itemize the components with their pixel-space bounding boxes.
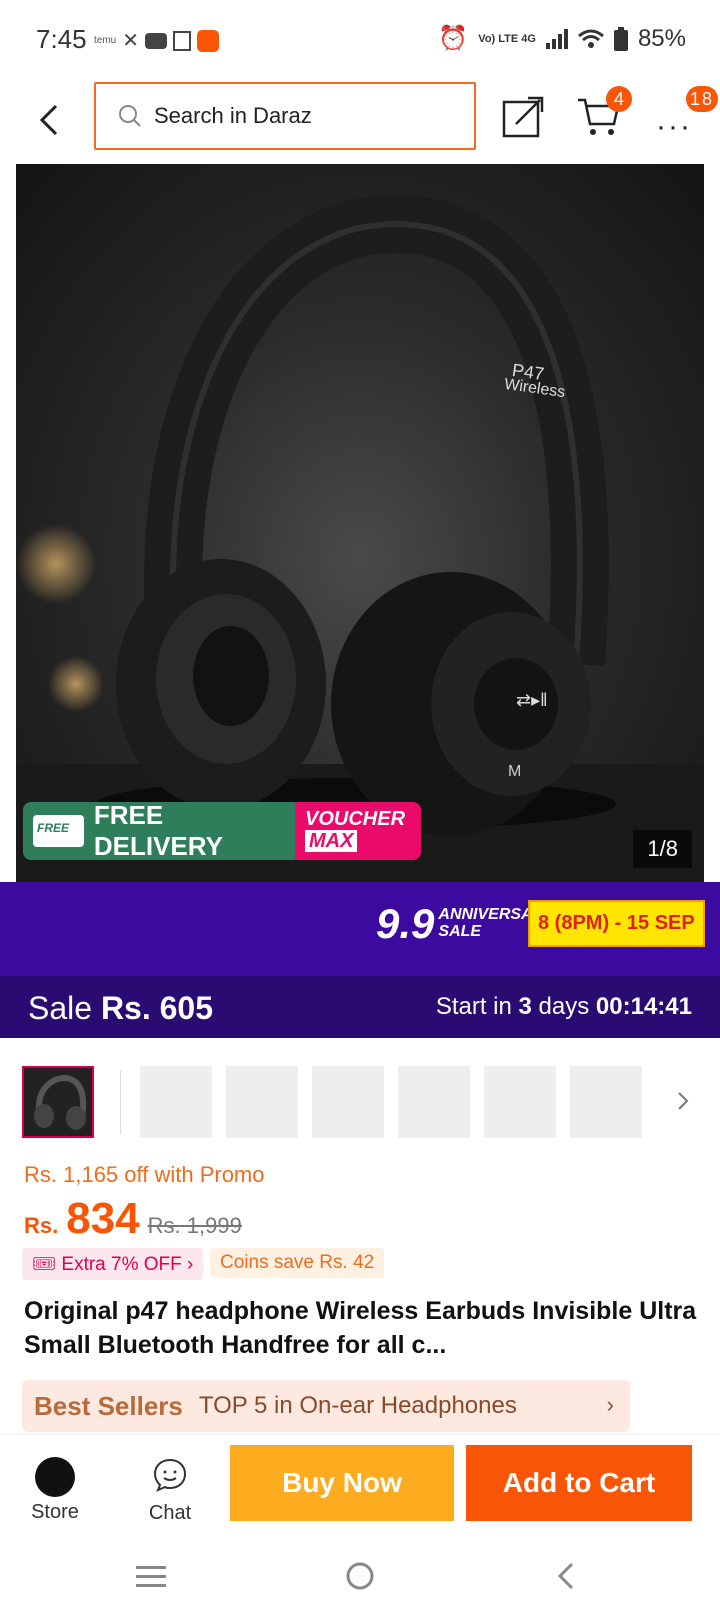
signal-icon <box>545 28 568 49</box>
sale-price-value: Rs. 605 <box>100 990 214 1026</box>
thumbnail-strip <box>0 1064 720 1140</box>
chevron-right-icon: › <box>606 1392 614 1417</box>
free-label: FREE <box>37 821 70 835</box>
store-label: Store <box>31 1501 79 1523</box>
campaign-banner[interactable]: 9.9 ANNIVERSARY SALE 8 (8PM) - 15 SEP <box>0 882 720 976</box>
youtube-icon <box>145 32 167 49</box>
add-to-cart-button[interactable]: Add to Cart <box>466 1445 692 1521</box>
thumbnail[interactable] <box>398 1066 470 1138</box>
extra-off-tag[interactable]: 🎟 Extra 7% OFF › <box>22 1248 204 1280</box>
delivery-truck-icon: FREE <box>33 815 84 847</box>
battery-icon <box>613 26 628 51</box>
product-image-carousel[interactable]: ⇄▸‖ M P47 Wireless FREE FREE DELIVERY VO… <box>16 164 704 882</box>
free-delivery-text: FREE DELIVERY <box>93 802 223 860</box>
back-nav-icon[interactable] <box>554 1560 576 1592</box>
chat-label: Chat <box>148 1502 192 1524</box>
thumbnail[interactable] <box>570 1066 642 1138</box>
thumbnail-selected[interactable] <box>22 1066 94 1138</box>
free-delivery-badge: FREE FREE DELIVERY <box>23 802 295 860</box>
start-prefix: Start in <box>435 993 512 1020</box>
more-count-badge: 18 <box>686 86 719 112</box>
home-icon[interactable] <box>344 1560 376 1592</box>
thumbnail[interactable] <box>312 1066 384 1138</box>
recent-apps-icon[interactable] <box>136 1564 166 1590</box>
voucher-max-badge: VOUCHER MAX <box>295 802 421 860</box>
search-placeholder: Search in Daraz <box>154 103 312 128</box>
daraz-app-icon <box>197 29 219 52</box>
free-delivery-voucher-banner: FREE FREE DELIVERY VOUCHER MAX <box>23 802 421 860</box>
bottom-action-bar: Store Chat Buy Now Add to Cart <box>0 1434 720 1544</box>
thumbnail-headphone-image <box>34 1074 86 1130</box>
buy-now-button[interactable]: Buy Now <box>230 1445 454 1521</box>
chat-icon <box>153 1458 187 1492</box>
search-icon <box>119 105 141 127</box>
sale-start-timer: Start in 3 days 00:14:41 <box>436 993 692 1021</box>
wifi-icon <box>577 29 604 48</box>
price-block: Rs. 834 Rs. 1,999 <box>24 1194 242 1244</box>
app-icon <box>173 30 191 51</box>
alarm-icon: ⏰ <box>438 25 469 52</box>
chevron-right-icon[interactable] <box>676 1090 690 1112</box>
best-sellers-banner[interactable]: Best Sellers TOP 5 in On-ear Headphones … <box>22 1380 630 1432</box>
voucher-line2: MAX <box>305 830 358 852</box>
network-indicator: Vo) LTE 4G <box>478 32 536 45</box>
more-menu-button[interactable]: ··· 18 <box>656 86 719 144</box>
status-time: 7:45 <box>36 24 87 54</box>
promo-discount-text: Rs. 1,165 off with Promo <box>24 1162 265 1187</box>
top-bar: Search in Daraz 4 ··· 18 <box>0 80 720 164</box>
sale-countdown-bar: Sale Rs. 605 Start in 3 days 00:14:41 <box>0 976 720 1038</box>
price-value: 834 <box>66 1194 140 1243</box>
headphone-image: ⇄▸‖ M <box>16 194 704 882</box>
share-icon[interactable] <box>502 94 544 138</box>
store-logo-icon <box>35 1457 75 1497</box>
system-navigation-bar <box>0 1544 720 1608</box>
image-counter: 1/8 <box>633 830 692 868</box>
cart-count-badge: 4 <box>606 86 632 112</box>
back-arrow-icon[interactable] <box>30 98 70 142</box>
product-page: 7:45 temu ✕ ⏰ Vo) LTE 4G 85% Search in D… <box>0 0 720 1608</box>
app-notification-icon: temu <box>94 35 117 46</box>
svg-text:⇄▸‖: ⇄▸‖ <box>516 690 548 710</box>
thumbnail[interactable] <box>484 1066 556 1138</box>
voucher-line1: VOUCHER <box>305 808 406 830</box>
days-word: days <box>538 993 590 1020</box>
thumbnail-divider <box>120 1070 121 1134</box>
campaign-dates: 8 (8PM) - 15 SEP <box>528 900 705 947</box>
countdown-timer: 00:14:41 <box>595 993 692 1020</box>
svg-text:M: M <box>508 763 521 780</box>
best-sellers-label: Best Sellers <box>34 1390 183 1421</box>
start-days: 3 <box>518 993 532 1020</box>
coins-tag: Coins save Rs. 42 <box>210 1248 385 1278</box>
notification-icons: temu ✕ <box>94 28 219 53</box>
thumbnail[interactable] <box>140 1066 212 1138</box>
capcut-icon: ✕ <box>122 30 139 52</box>
cart-button[interactable]: 4 <box>576 86 632 144</box>
extra-off-label: Extra 7% OFF <box>61 1254 182 1275</box>
store-button[interactable]: Store <box>30 1457 80 1524</box>
chat-button[interactable]: Chat <box>142 1457 198 1525</box>
campaign-sale: SALE <box>438 923 482 940</box>
voucher-icon: 🎟 <box>32 1254 57 1275</box>
product-title: Original p47 headphone Wireless Earbuds … <box>24 1297 697 1359</box>
more-dots-icon: ··· <box>656 110 692 143</box>
thumbnail[interactable] <box>226 1066 298 1138</box>
sale-price: Sale Rs. 605 <box>28 990 213 1027</box>
price-currency: Rs. <box>24 1213 59 1238</box>
original-price: Rs. 1,999 <box>147 1213 242 1238</box>
sale-label: Sale <box>28 990 93 1026</box>
campaign-number: 9.9 <box>376 900 435 947</box>
search-input[interactable]: Search in Daraz <box>94 82 476 150</box>
battery-percent: 85% <box>637 24 686 52</box>
status-bar: 7:45 temu ✕ ⏰ Vo) LTE 4G 85% <box>0 0 720 80</box>
chevron-right-icon: › <box>187 1254 194 1275</box>
system-status: ⏰ Vo) LTE 4G 85% <box>438 24 686 53</box>
best-sellers-rank: TOP 5 in On-ear Headphones <box>198 1392 517 1419</box>
